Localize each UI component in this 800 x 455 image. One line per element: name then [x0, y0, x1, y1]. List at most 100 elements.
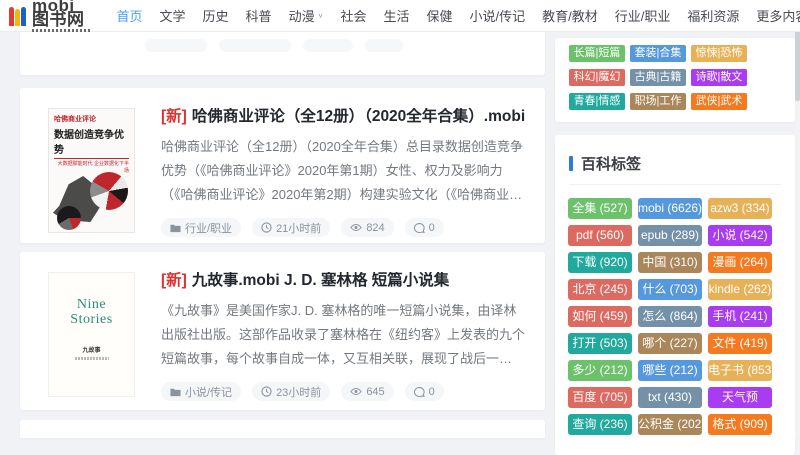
tag-pill[interactable]: mobi (6626): [638, 198, 702, 219]
site-logo[interactable]: mobi图书网: [9, 0, 90, 32]
tag-pill[interactable]: 套装|合集: [630, 45, 686, 62]
nav-item-12[interactable]: 更多内容∨: [748, 6, 800, 25]
wiki-tags-card: 百科标签 全集 (527) mobi (6626) azw3 (334) pdf (5…: [555, 135, 795, 455]
post-title-text: 哈佛商业评论（全12册）（2020全年合集）.mobi: [192, 108, 525, 125]
cover-author-line: [75, 357, 109, 360]
nav-item-5[interactable]: 社会: [332, 6, 375, 25]
faded-meta-chip: [219, 39, 291, 52]
category-chip[interactable]: 小说/传记: [161, 382, 241, 401]
post-body: [新] 九故事.mobi J. D. 塞林格 短篇小说集 《九故事》是美国作家J.…: [161, 272, 525, 410]
faded-meta-row: [145, 39, 545, 52]
nav-item-9[interactable]: 教育/教材: [534, 6, 607, 25]
nav-item-10[interactable]: 行业/职业: [606, 6, 679, 25]
next-post-card-partial: [20, 420, 545, 438]
post-title-text: 九故事.mobi J. D. 塞林格 短篇小说集: [192, 272, 449, 289]
previous-post-card-partial: [20, 31, 545, 75]
post-title-2[interactable]: [新] 九故事.mobi J. D. 塞林格 短篇小说集: [161, 272, 525, 290]
new-badge: [新]: [161, 272, 187, 289]
clock-icon: [261, 222, 272, 233]
nav-item-4[interactable]: 动漫∨: [280, 6, 332, 25]
post-title-1[interactable]: [新] 哈佛商业评论（全12册）（2020全年合集）.mobi: [161, 108, 525, 126]
clock-icon: [261, 386, 272, 397]
nav-item-3[interactable]: 科普: [237, 6, 280, 25]
eye-icon: [350, 387, 362, 396]
tag-pill[interactable]: 惊悚|恐怖: [691, 45, 747, 62]
tag-pill[interactable]: 诗歌|散文: [691, 69, 747, 86]
tag-pill[interactable]: azw3 (334): [708, 198, 772, 219]
tag-pill[interactable]: 查询 (236): [568, 414, 632, 435]
tag-pill[interactable]: pdf (560): [568, 225, 632, 246]
tag-pill[interactable]: 哪个 (227): [638, 333, 702, 354]
tag-pill[interactable]: 怎么 (864): [638, 306, 702, 327]
chevron-down-icon: ∨: [318, 12, 324, 19]
nav-item-6[interactable]: 生活: [375, 6, 418, 25]
genre-tag-grid: 长篇|短篇套装|合集惊悚|恐怖科幻|魔幻古典|古籍诗歌|散文青春|情感职场|工作…: [569, 45, 795, 110]
tag-pill[interactable]: 职场|工作: [630, 93, 686, 110]
tag-pill[interactable]: 武侠|武术: [691, 93, 747, 110]
tag-pill[interactable]: 中国 (310): [638, 252, 702, 273]
nav-menu: 首页文学历史科普动漫∨社会生活保健小说/传记教育/教材行业/职业福利资源更多内容…: [108, 6, 800, 25]
scrollbar-track: [795, 0, 800, 438]
wiki-section-header: 百科标签: [569, 153, 781, 174]
tag-pill[interactable]: 哪些 (212): [638, 360, 702, 381]
top-navbar: mobi图书网 首页文学历史科普动漫∨社会生活保健小说/传记教育/教材行业/职业…: [0, 0, 800, 32]
tag-pill[interactable]: 文件 (419): [708, 333, 772, 354]
faded-meta-chip: [303, 39, 353, 52]
cover-cn-title: 九故事: [82, 345, 100, 354]
section-title: 百科标签: [581, 153, 641, 174]
logo-text: mobi图书网: [32, 0, 90, 27]
faded-meta-chip: [145, 39, 207, 52]
tag-pill[interactable]: kindle (262): [708, 279, 772, 300]
folder-icon: [170, 223, 181, 233]
post-card-1: 哈佛商业评论 数据创造竞争优势 大数据赋能时代 企业数据化下半场 [新] 哈佛商业…: [20, 88, 545, 243]
post-card-2: Nine Stories 九故事 [新] 九故事.mobi J. D. 塞林格 短…: [20, 252, 545, 410]
tag-pill[interactable]: 全集 (527): [568, 198, 632, 219]
nav-item-2[interactable]: 历史: [194, 6, 237, 25]
genre-tags-card: 长篇|短篇套装|合集惊悚|恐怖科幻|魔幻古典|古籍诗歌|散文青春|情感职场|工作…: [555, 38, 795, 122]
tag-pill[interactable]: 什么 (703): [638, 279, 702, 300]
time-chip: 23小时前: [252, 382, 330, 401]
tag-pill[interactable]: 如何 (459): [568, 306, 632, 327]
scrollbar-thumb[interactable]: [795, 31, 800, 101]
tag-pill[interactable]: 古典|古籍: [630, 69, 686, 86]
tag-pill[interactable]: 多少 (212): [568, 360, 632, 381]
nav-item-8[interactable]: 小说/传记: [461, 6, 534, 25]
tag-pill[interactable]: epub (289): [638, 225, 702, 246]
section-accent-bar: [569, 156, 573, 171]
post-body: [新] 哈佛商业评论（全12册）（2020全年合集）.mobi 哈佛商业评论（全1…: [161, 108, 525, 243]
section-divider: [569, 184, 781, 185]
views-chip: 824: [341, 218, 393, 237]
post-meta-row: 行业/职业 21小时前 824 0: [161, 218, 525, 237]
cover-title-line1: Nine: [77, 297, 106, 312]
cover-artwork: [49, 160, 134, 232]
post-thumbnail-1[interactable]: 哈佛商业评论 数据创造竞争优势 大数据赋能时代 企业数据化下半场: [48, 108, 135, 233]
wiki-tag-grid: 全集 (527) mobi (6626) azw3 (334) pdf (560) ep…: [568, 198, 795, 435]
tag-pill[interactable]: 手机 (241): [708, 306, 772, 327]
cover-brand: 哈佛商业评论: [54, 114, 129, 124]
tag-pill[interactable]: 科幻|魔幻: [569, 69, 625, 86]
category-chip[interactable]: 行业/职业: [161, 218, 241, 237]
nav-item-11[interactable]: 福利资源: [679, 6, 748, 25]
logo-icon: [9, 6, 27, 26]
tag-pill[interactable]: 格式 (909): [708, 414, 772, 435]
post-thumbnail-2[interactable]: Nine Stories 九故事: [48, 272, 135, 397]
tag-pill[interactable]: 百度 (705): [568, 387, 632, 408]
nav-item-0[interactable]: 首页: [108, 6, 151, 25]
time-chip: 21小时前: [252, 218, 330, 237]
nav-item-1[interactable]: 文学: [151, 6, 194, 25]
tag-pill[interactable]: 电子书 (853): [708, 360, 772, 381]
tag-pill[interactable]: txt (430): [638, 387, 702, 408]
tag-pill[interactable]: 北京 (245): [568, 279, 632, 300]
tag-pill[interactable]: 天气预: [708, 387, 772, 408]
tag-pill[interactable]: 打开 (503): [568, 333, 632, 354]
new-badge: [新]: [161, 108, 187, 125]
tag-pill[interactable]: 青春|情感: [569, 93, 625, 110]
tag-pill[interactable]: 漫画 (264): [708, 252, 772, 273]
cover-headline: 数据创造竞争优势: [54, 126, 129, 159]
tag-pill[interactable]: 下载 (920): [568, 252, 632, 273]
nav-item-7[interactable]: 保健: [418, 6, 461, 25]
tag-pill[interactable]: 小说 (542): [708, 225, 772, 246]
tag-pill[interactable]: 长篇|短篇: [569, 45, 625, 62]
post-excerpt-2: 《九故事》是美国作家J. D. 塞林格的唯一短篇小说集，由译林出版社出版。这部作…: [161, 299, 525, 371]
tag-pill[interactable]: 公积金 (202): [638, 414, 702, 435]
